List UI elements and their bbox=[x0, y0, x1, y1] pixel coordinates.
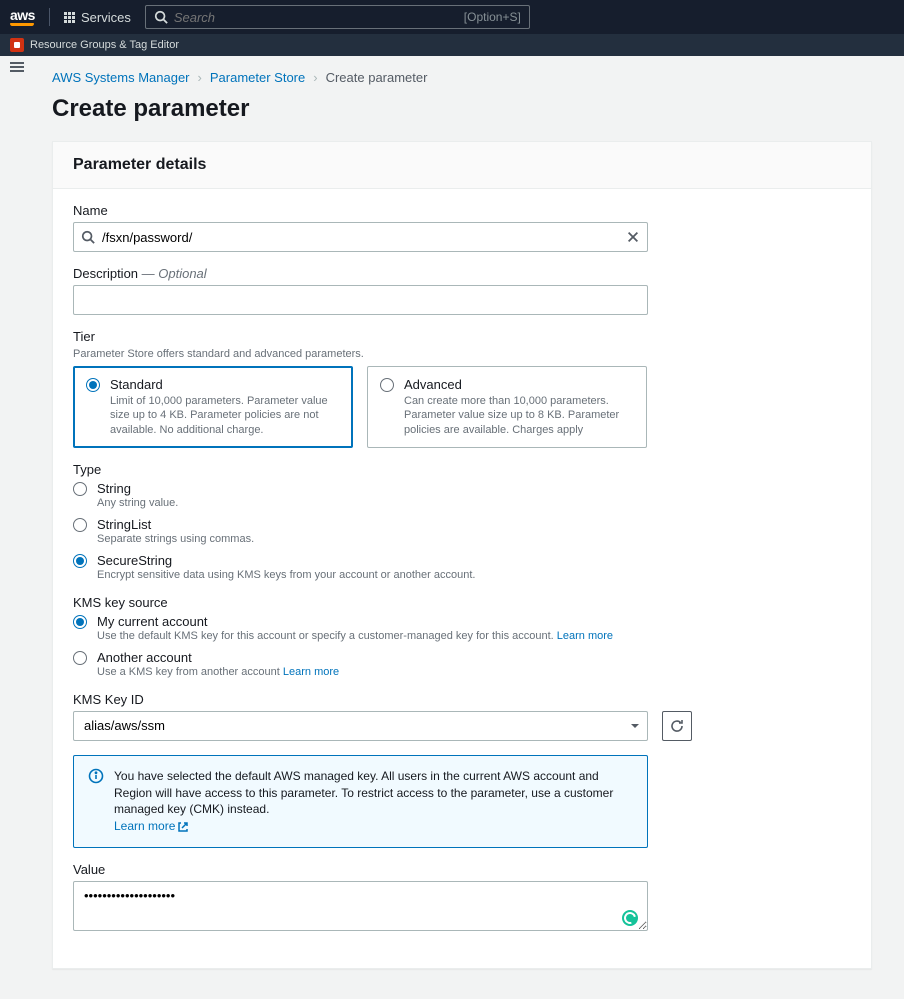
breadcrumb-link-ssm[interactable]: AWS Systems Manager bbox=[52, 70, 190, 85]
grammarly-icon bbox=[622, 910, 638, 926]
tier-standard-desc: Limit of 10,000 parameters. Parameter va… bbox=[110, 394, 340, 437]
divider bbox=[49, 8, 50, 26]
services-label: Services bbox=[81, 10, 131, 25]
radio-icon bbox=[86, 378, 100, 392]
sidenav-toggle[interactable] bbox=[6, 62, 28, 72]
subnav-label[interactable]: Resource Groups & Tag Editor bbox=[30, 39, 179, 51]
value-input[interactable]: •••••••••••••••••••• bbox=[73, 881, 648, 931]
kms-option-another[interactable]: Another account Use a KMS key from anoth… bbox=[73, 650, 851, 678]
kms-info-box: You have selected the default AWS manage… bbox=[73, 755, 648, 848]
radio-icon bbox=[73, 651, 87, 665]
breadcrumb: AWS Systems Manager › Parameter Store › … bbox=[52, 70, 872, 85]
grid-icon bbox=[64, 12, 75, 23]
resource-groups-icon bbox=[10, 38, 24, 52]
search-icon bbox=[154, 10, 168, 24]
tier-helper: Parameter Store offers standard and adva… bbox=[73, 348, 851, 360]
kms-source-label: KMS key source bbox=[73, 595, 851, 610]
tier-advanced-desc: Can create more than 10,000 parameters. … bbox=[404, 394, 634, 437]
tier-label: Tier bbox=[73, 329, 851, 344]
type-option-stringlist[interactable]: StringList Separate strings using commas… bbox=[73, 517, 851, 545]
radio-icon bbox=[73, 518, 87, 532]
type-option-string[interactable]: String Any string value. bbox=[73, 481, 851, 509]
value-label: Value bbox=[73, 862, 851, 877]
tier-advanced-title: Advanced bbox=[404, 377, 634, 392]
description-label: Description — Optional bbox=[73, 266, 851, 281]
radio-icon bbox=[73, 554, 87, 568]
kms-option-current[interactable]: My current account Use the default KMS k… bbox=[73, 614, 851, 642]
search-icon bbox=[81, 230, 95, 244]
kms-key-id-select[interactable]: alias/aws/ssm bbox=[73, 711, 648, 741]
panel-title: Parameter details bbox=[73, 156, 851, 174]
kms-key-id-label: KMS Key ID bbox=[73, 692, 851, 707]
field-kms-key-id: KMS Key ID alias/aws/ssm bbox=[73, 692, 851, 741]
learn-more-link[interactable]: Learn more bbox=[114, 819, 189, 833]
parameter-details-panel: Parameter details Name Description — Opt… bbox=[52, 141, 872, 969]
search-input[interactable] bbox=[174, 10, 458, 25]
sub-nav: Resource Groups & Tag Editor bbox=[0, 34, 904, 56]
search-shortcut: [Option+S] bbox=[464, 10, 521, 24]
aws-logo[interactable]: aws bbox=[10, 8, 35, 26]
panel-header: Parameter details bbox=[53, 142, 871, 189]
radio-icon bbox=[73, 615, 87, 629]
field-kms-source: KMS key source My current account Use th… bbox=[73, 595, 851, 678]
top-nav: aws Services [Option+S] bbox=[0, 0, 904, 34]
page-title: Create parameter bbox=[52, 95, 872, 123]
name-input[interactable] bbox=[73, 222, 648, 252]
field-value: Value •••••••••••••••••••• bbox=[73, 862, 851, 934]
tier-option-standard[interactable]: Standard Limit of 10,000 parameters. Par… bbox=[73, 366, 353, 448]
page-content: AWS Systems Manager › Parameter Store › … bbox=[22, 56, 902, 999]
description-input[interactable] bbox=[73, 285, 648, 315]
chevron-right-icon: › bbox=[198, 70, 202, 85]
type-option-securestring[interactable]: SecureString Encrypt sensitive data usin… bbox=[73, 553, 851, 581]
breadcrumb-link-parameter-store[interactable]: Parameter Store bbox=[210, 70, 305, 85]
field-description: Description — Optional bbox=[73, 266, 851, 315]
type-label: Type bbox=[73, 462, 851, 477]
refresh-button[interactable] bbox=[662, 711, 692, 741]
learn-more-link[interactable]: Learn more bbox=[283, 666, 339, 678]
chevron-right-icon: › bbox=[313, 70, 317, 85]
global-search[interactable]: [Option+S] bbox=[145, 5, 530, 29]
field-type: Type String Any string value. StringList… bbox=[73, 462, 851, 581]
learn-more-link[interactable]: Learn more bbox=[557, 630, 613, 642]
external-link-icon bbox=[177, 821, 189, 833]
refresh-icon bbox=[669, 718, 685, 734]
info-text: You have selected the default AWS manage… bbox=[114, 769, 613, 817]
info-icon bbox=[88, 768, 104, 784]
tier-option-advanced[interactable]: Advanced Can create more than 10,000 par… bbox=[367, 366, 647, 448]
name-label: Name bbox=[73, 203, 851, 218]
field-name: Name bbox=[73, 203, 851, 252]
radio-icon bbox=[380, 378, 394, 392]
breadcrumb-current: Create parameter bbox=[326, 70, 428, 85]
tier-standard-title: Standard bbox=[110, 377, 340, 392]
field-tier: Tier Parameter Store offers standard and… bbox=[73, 329, 851, 448]
radio-icon bbox=[73, 482, 87, 496]
services-button[interactable]: Services bbox=[64, 10, 131, 25]
clear-icon[interactable] bbox=[626, 230, 640, 244]
